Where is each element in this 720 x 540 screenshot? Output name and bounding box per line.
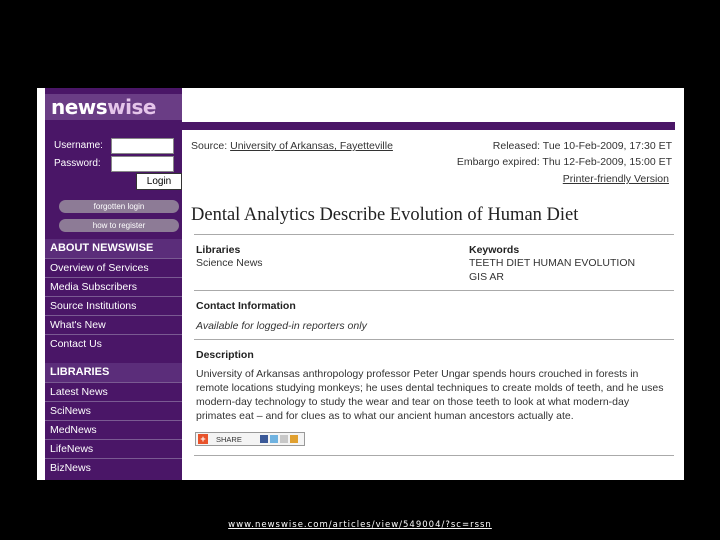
top-divider: [182, 122, 675, 130]
nav-latest-news[interactable]: Latest News: [45, 382, 182, 401]
logo-part-news: news: [51, 95, 108, 119]
article-main: Source: University of Arkansas, Fayettev…: [182, 88, 684, 480]
email-icon: [280, 435, 288, 443]
divider: [194, 455, 674, 456]
about-newswise-heading: ABOUT NEWSWISE: [45, 239, 182, 258]
libraries-label: Libraries: [196, 244, 241, 256]
source-link[interactable]: University of Arkansas, Fayetteville: [230, 140, 393, 152]
sidebar: newswise Username: Password: Login forgo…: [45, 88, 182, 480]
more-icon: [290, 435, 298, 443]
description-label: Description: [196, 349, 254, 361]
how-to-register-button[interactable]: how to register: [59, 219, 179, 232]
nav-overview-of-services[interactable]: Overview of Services: [45, 258, 182, 277]
libraries-heading: LIBRARIES: [45, 363, 182, 382]
nav-media-subscribers[interactable]: Media Subscribers: [45, 277, 182, 296]
bookmark-icon: [270, 435, 278, 443]
about-nav: Overview of Services Media Subscribers S…: [45, 258, 182, 353]
divider: [194, 234, 674, 235]
description-text: University of Arkansas anthropology prof…: [196, 368, 664, 422]
contact-value: Available for logged-in reporters only: [196, 320, 367, 332]
facebook-icon: [260, 435, 268, 443]
keywords-label: Keywords: [469, 244, 520, 256]
libraries-value: Science News: [196, 257, 263, 269]
newswise-logo[interactable]: newswise: [51, 97, 156, 117]
forgotten-login-button[interactable]: forgotten login: [59, 200, 179, 213]
contact-label: Contact Information: [196, 300, 296, 312]
nav-source-institutions[interactable]: Source Institutions: [45, 296, 182, 315]
source-label: Source:: [191, 140, 228, 152]
source-line: Source: University of Arkansas, Fayettev…: [191, 140, 393, 152]
footer-url: www.newswise.com/articles/view/549004/?s…: [228, 520, 492, 530]
nav-lifenews[interactable]: LifeNews: [45, 439, 182, 458]
username-input[interactable]: [111, 138, 174, 154]
divider: [194, 290, 674, 291]
share-button[interactable]: + SHARE: [195, 432, 305, 446]
nav-mednews[interactable]: MedNews: [45, 420, 182, 439]
embargo-date: Embargo expired: Thu 12-Feb-2009, 15:00 …: [456, 156, 672, 168]
released-date: Released: Tue 10-Feb-2009, 17:30 ET: [492, 140, 672, 152]
nav-scinews[interactable]: SciNews: [45, 401, 182, 420]
username-label: Username:: [54, 140, 103, 151]
divider: [194, 339, 674, 340]
share-label: SHARE: [216, 435, 242, 444]
logo-part-wise: wise: [107, 95, 156, 119]
keywords-line-1: TEETH DIET HUMAN EVOLUTION: [469, 257, 636, 269]
article-title: Dental Analytics Describe Evolution of H…: [191, 205, 579, 225]
keywords-line-2: GIS AR: [469, 271, 505, 283]
printer-friendly-link[interactable]: Printer-friendly Version: [563, 173, 669, 185]
nav-contact-us[interactable]: Contact Us: [45, 334, 182, 353]
password-input[interactable]: [111, 156, 174, 172]
login-button[interactable]: Login: [136, 173, 182, 190]
password-row: Password:: [45, 156, 182, 172]
browser-page: newswise Username: Password: Login forgo…: [37, 88, 684, 480]
share-plus-icon: +: [198, 434, 208, 444]
password-label: Password:: [54, 158, 101, 169]
username-row: Username:: [45, 138, 182, 154]
nav-whats-new[interactable]: What's New: [45, 315, 182, 334]
logo-bar: newswise: [45, 94, 182, 120]
nav-biznews[interactable]: BizNews: [45, 458, 182, 477]
libraries-nav: Latest News SciNews MedNews LifeNews Biz…: [45, 382, 182, 477]
